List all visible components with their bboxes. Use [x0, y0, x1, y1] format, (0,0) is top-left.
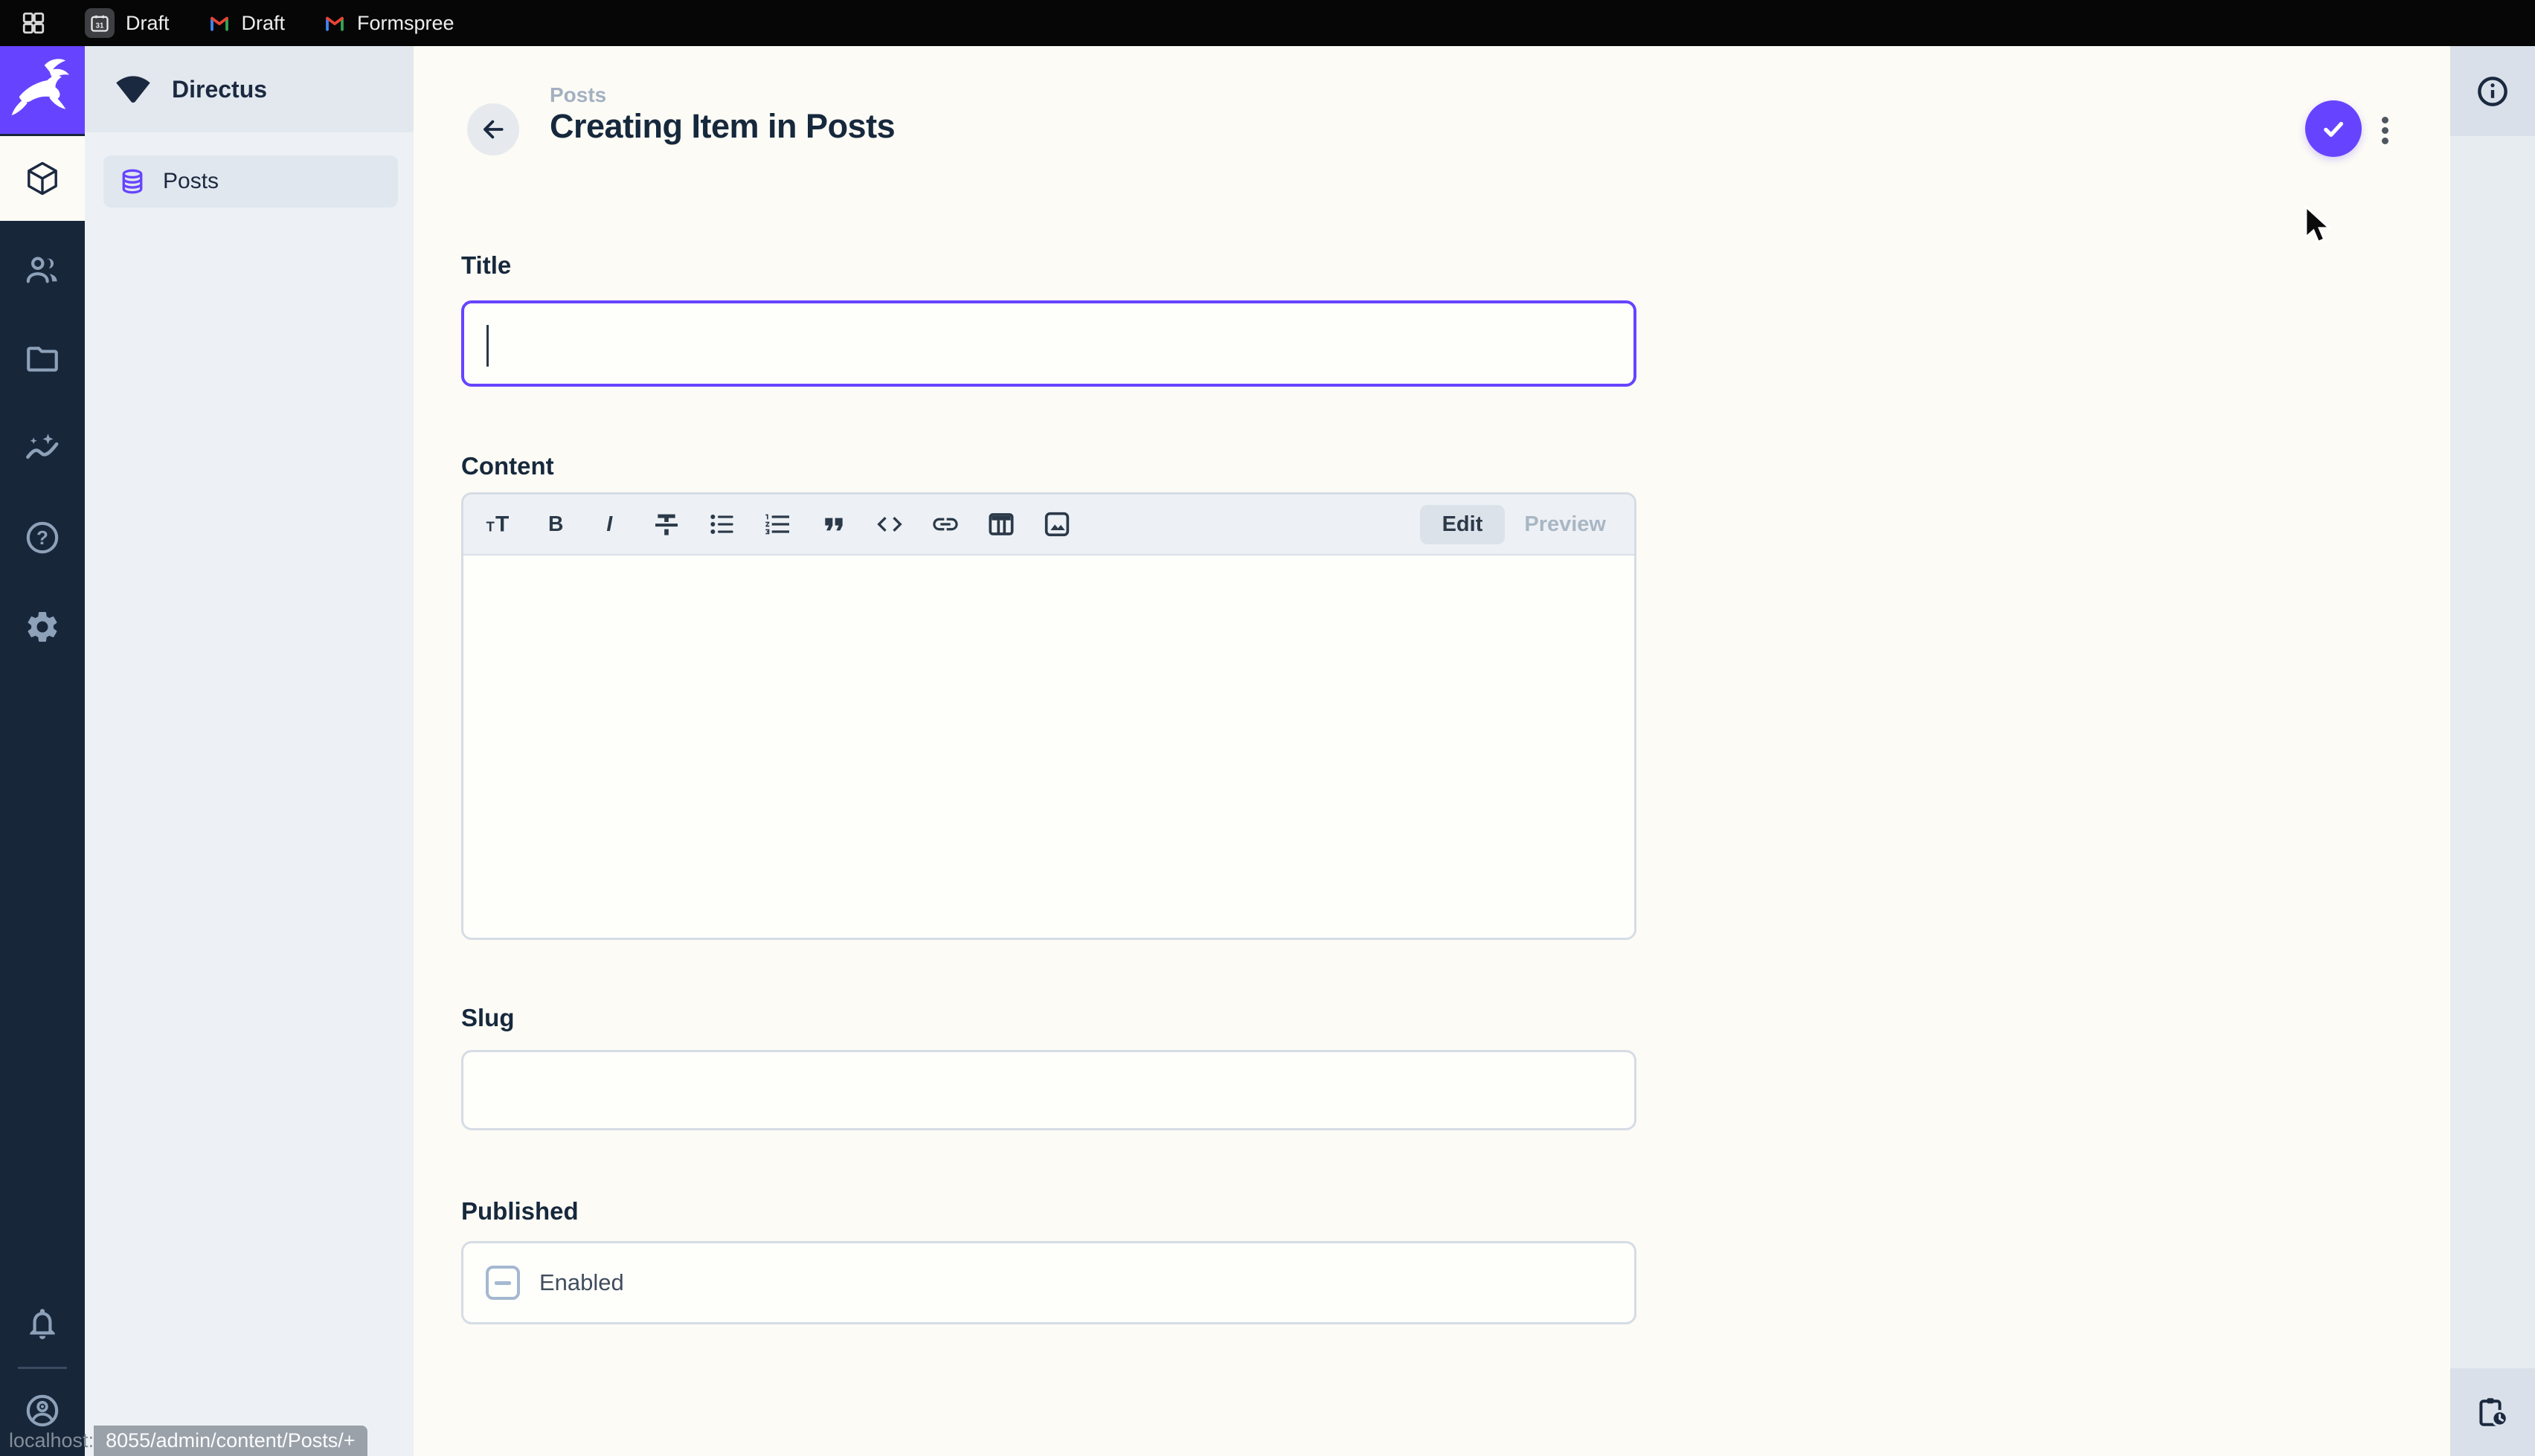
info-button[interactable]: [2450, 46, 2535, 136]
main-content: Posts Creating Item in Posts Title Conte…: [414, 46, 2450, 1456]
mouse-cursor: [2303, 205, 2337, 251]
page-title: Creating Item in Posts: [550, 107, 895, 146]
browser-status-bubble: localhost: 8055/admin/content/Posts/+: [0, 1426, 367, 1456]
users-icon: [24, 251, 61, 289]
svg-text:B: B: [548, 512, 563, 536]
numbered-list-icon[interactable]: [763, 509, 793, 539]
module-settings[interactable]: [0, 584, 85, 669]
browser-tab-formspree[interactable]: Formspree: [324, 12, 454, 35]
module-help[interactable]: ?: [0, 495, 85, 580]
kebab-dot: [2382, 138, 2388, 144]
svg-text:?: ?: [36, 526, 48, 549]
module-insights[interactable]: [0, 406, 85, 491]
svg-text:T: T: [486, 518, 495, 534]
notifications-button[interactable]: [0, 1281, 85, 1366]
check-icon: [2318, 113, 2349, 144]
content-editor-textarea[interactable]: [463, 555, 1634, 940]
content-module-cube-icon: [24, 160, 61, 197]
module-bar: ?: [0, 46, 85, 1456]
tab-label: Draft: [242, 12, 286, 35]
back-button[interactable]: [467, 103, 519, 155]
blockquote-icon[interactable]: [819, 509, 849, 539]
module-content-active[interactable]: [0, 136, 85, 221]
browser-tab-draft-calendar[interactable]: 31 Draft: [85, 8, 170, 38]
kebab-dot: [2382, 117, 2388, 123]
svg-text:31: 31: [95, 22, 104, 30]
project-name: Directus: [172, 76, 267, 103]
save-button[interactable]: [2305, 100, 2362, 157]
tab-preview[interactable]: Preview: [1505, 505, 1625, 544]
published-toggle-row[interactable]: Enabled: [461, 1241, 1636, 1324]
link-icon[interactable]: [931, 509, 960, 539]
module-users[interactable]: [0, 228, 85, 312]
gmail-icon: [324, 12, 346, 34]
directus-rabbit-logo-icon: [8, 56, 77, 124]
sidebar-item-label: Posts: [163, 169, 219, 194]
help-icon: ?: [24, 519, 61, 556]
field-label-content: Content: [461, 452, 554, 480]
module-files[interactable]: [0, 317, 85, 402]
info-icon: [2475, 74, 2510, 109]
status-url-prefix: localhost:: [0, 1426, 94, 1456]
notifications-bell-icon: [24, 1305, 61, 1342]
image-icon[interactable]: [1042, 509, 1072, 539]
calendar-icon: 31: [85, 8, 115, 38]
checkbox-label: Enabled: [539, 1269, 624, 1296]
database-icon: [118, 167, 147, 196]
browser-tab-draft-gmail[interactable]: Draft: [208, 12, 286, 35]
files-folder-icon: [24, 341, 61, 378]
text-size-icon[interactable]: T T: [484, 509, 514, 539]
apps-grid-icon[interactable]: [21, 10, 46, 36]
navigation-sidebar: Directus Posts: [85, 46, 414, 1456]
gmail-icon: [208, 12, 231, 34]
project-header[interactable]: Directus: [85, 46, 414, 132]
tab-edit[interactable]: Edit: [1420, 505, 1506, 544]
sidebar-item-posts[interactable]: Posts: [103, 155, 398, 207]
tab-label: Draft: [126, 12, 170, 35]
slug-input[interactable]: [461, 1050, 1636, 1130]
insights-icon: [24, 430, 61, 467]
table-icon[interactable]: [986, 509, 1016, 539]
browser-tab-strip: 31 Draft Draft F: [0, 0, 2535, 46]
checkbox-indeterminate-icon[interactable]: [486, 1266, 520, 1300]
bold-icon[interactable]: B: [540, 509, 570, 539]
editor-toolbar: T T B I: [463, 495, 1634, 555]
user-avatar-icon: [24, 1392, 61, 1429]
settings-gear-icon: [24, 608, 61, 645]
kebab-dot: [2382, 127, 2388, 134]
right-sidebar: [2450, 46, 2535, 1456]
italic-icon[interactable]: I: [596, 509, 626, 539]
field-label-slug: Slug: [461, 1004, 515, 1032]
status-url: 8055/admin/content/Posts/+: [94, 1426, 367, 1456]
arrow-left-icon: [478, 115, 508, 144]
directus-logo-button[interactable]: [0, 46, 85, 134]
directus-wedge-logo-icon: [114, 73, 152, 106]
activity-clipboard-clock-icon: [2475, 1394, 2510, 1430]
text-caret: [486, 325, 489, 367]
title-input[interactable]: [461, 300, 1636, 387]
breadcrumb[interactable]: Posts: [550, 83, 606, 107]
activity-button[interactable]: [2450, 1368, 2535, 1456]
svg-text:T: T: [495, 512, 509, 536]
editor-mode-tabs: Edit Preview: [1420, 505, 1625, 544]
content-editor: T T B I: [461, 492, 1636, 940]
strikethrough-icon[interactable]: [652, 509, 681, 539]
tab-label: Formspree: [357, 12, 454, 35]
svg-text:I: I: [606, 512, 613, 536]
field-label-published: Published: [461, 1197, 579, 1225]
bulleted-list-icon[interactable]: [707, 509, 737, 539]
code-icon[interactable]: [875, 509, 905, 539]
more-options-button[interactable]: [2381, 117, 2388, 144]
field-label-title: Title: [461, 251, 511, 280]
screen: 31 Draft Draft F: [0, 0, 2535, 1456]
